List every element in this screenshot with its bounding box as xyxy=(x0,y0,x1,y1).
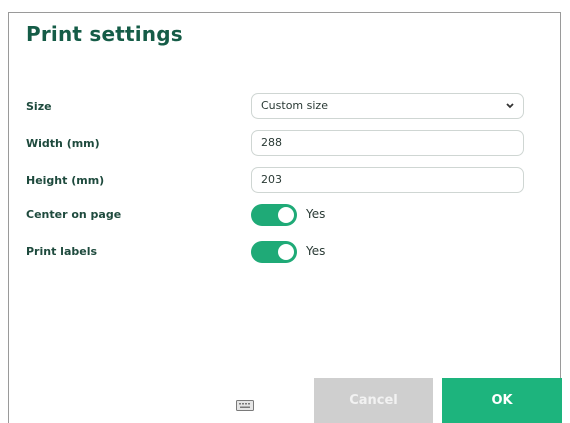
center-on-page-state: Yes xyxy=(306,207,326,221)
dialog-title: Print settings xyxy=(26,22,183,46)
toggle-knob xyxy=(278,207,294,223)
keyboard-icon[interactable] xyxy=(236,396,254,411)
print-labels-toggle[interactable] xyxy=(251,241,297,263)
ok-button[interactable]: OK xyxy=(442,378,562,423)
height-input[interactable]: 203 xyxy=(251,167,524,193)
print-settings-dialog: Print settings Size Custom size Width (m… xyxy=(0,0,570,423)
size-select[interactable]: Custom size xyxy=(251,93,524,119)
print-labels-state: Yes xyxy=(306,244,326,258)
size-select-value: Custom size xyxy=(261,99,328,112)
dialog-border-top xyxy=(8,12,561,13)
size-label: Size xyxy=(26,100,52,113)
chevron-down-icon xyxy=(505,94,515,118)
center-on-page-toggle[interactable] xyxy=(251,204,297,226)
dialog-border-right xyxy=(560,12,561,423)
print-labels-label: Print labels xyxy=(26,245,98,258)
dialog-border-left xyxy=(8,12,9,423)
center-on-page-label: Center on page xyxy=(26,208,122,221)
toggle-knob xyxy=(278,244,294,260)
width-input[interactable]: 288 xyxy=(251,130,524,156)
cancel-button[interactable]: Cancel xyxy=(314,378,433,423)
width-label: Width (mm) xyxy=(26,137,100,150)
height-label: Height (mm) xyxy=(26,174,105,187)
